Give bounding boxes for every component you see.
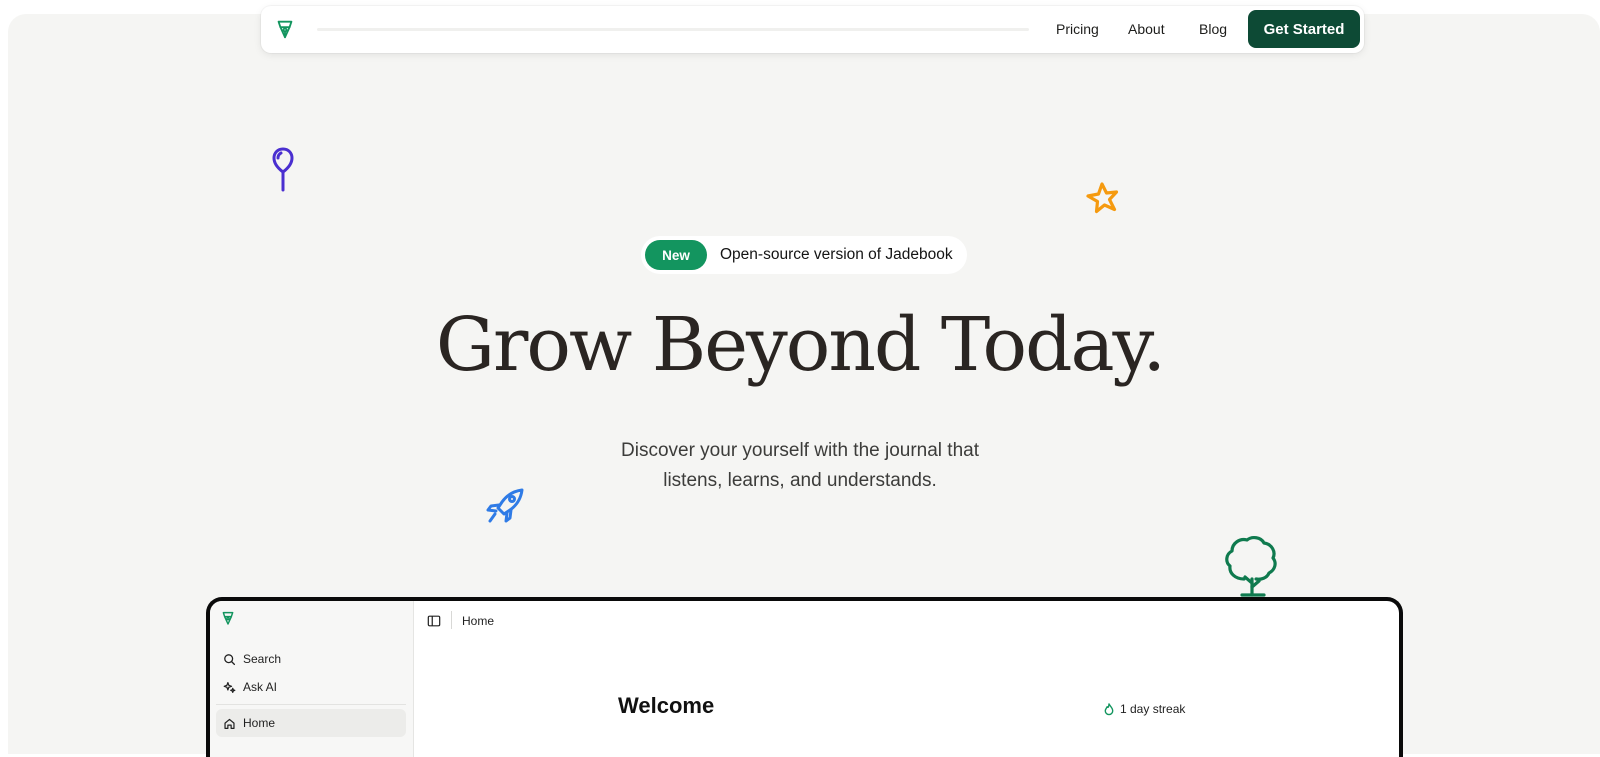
sidebar-item-ask-ai[interactable]: Ask AI (216, 673, 406, 701)
nav-link-pricing[interactable]: Pricing (1056, 21, 1099, 37)
announcement-badge[interactable]: New Open-source version of Jadebook (641, 236, 967, 274)
search-icon (224, 653, 236, 665)
tree-icon (1225, 536, 1277, 597)
hero-headline: Grow Beyond Today. (435, 302, 1166, 388)
streak-text: 1 day streak (1120, 702, 1186, 716)
app-preview-frame: Search Ask AI Home Home Welcome 1 day st… (206, 597, 1403, 757)
streak-badge: 1 day streak (1103, 702, 1185, 716)
badge-text: Open-source version of Jadebook (720, 246, 953, 263)
pen-nib-icon (222, 611, 234, 625)
flame-icon (1104, 702, 1114, 715)
home-icon (224, 718, 235, 729)
sidebar-item-search[interactable]: Search (216, 645, 406, 673)
subheadline-line-1: Discover your yourself with the journal … (621, 440, 979, 461)
top-navbar: Pricing About Blog Get Started (261, 6, 1364, 53)
get-started-button[interactable]: Get Started (1248, 10, 1360, 48)
rocket-icon (486, 488, 524, 523)
nav-link-blog[interactable]: Blog (1199, 21, 1227, 37)
app-sidebar: Search Ask AI Home (210, 601, 414, 757)
pen-nib-icon[interactable] (274, 18, 296, 40)
app-main-area: Home Welcome 1 day streak (415, 601, 1399, 757)
breadcrumb-title: Home (462, 614, 495, 628)
welcome-heading: Welcome (618, 693, 715, 718)
balloon-icon (272, 147, 294, 192)
nav-link-about[interactable]: About (1128, 21, 1165, 37)
new-tag: New (645, 240, 707, 270)
sidebar-divider (216, 704, 406, 705)
sidebar-item-home[interactable]: Home (216, 709, 406, 737)
star-icon (1086, 182, 1119, 214)
topbar-separator (451, 611, 452, 629)
hero-subheadline: Discover your yourself with the journal … (560, 436, 1040, 496)
sidebar-toggle-icon[interactable] (427, 614, 441, 628)
nav-spacer-line (317, 28, 1029, 31)
sparkle-icon (223, 681, 236, 693)
sidebar-item-label: Ask AI (243, 680, 278, 694)
sidebar-item-label: Home (243, 716, 276, 730)
subheadline-line-2: listens, learns, and understands. (663, 470, 937, 491)
sidebar-item-label: Search (243, 652, 282, 666)
